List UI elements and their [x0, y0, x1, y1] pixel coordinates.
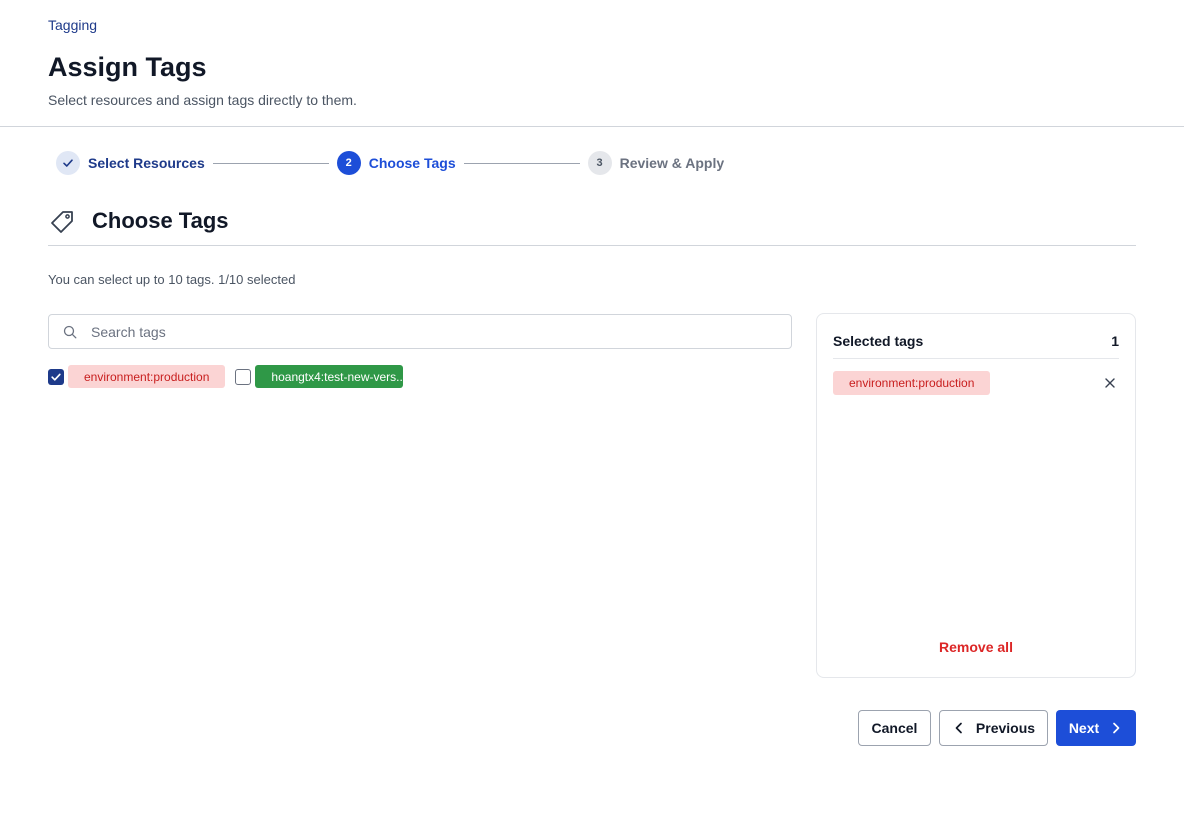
step-number: 3: [587, 151, 612, 175]
step-review-apply[interactable]: 3 Review & Apply: [587, 151, 725, 175]
selected-tags-panel: Selected tags 1 environment:production R…: [816, 313, 1136, 678]
search-input[interactable]: [89, 322, 773, 341]
tag-chip-environment-production[interactable]: environment:production: [68, 365, 226, 388]
step-label: Choose Tags: [368, 155, 456, 171]
tag-checkbox-environment-production[interactable]: [48, 368, 64, 385]
tag-checkbox-hoangtx4[interactable]: [235, 368, 252, 385]
step-connector: [212, 162, 329, 164]
section-title: Choose Tags: [92, 208, 229, 233]
stepper: Select Resources 2 Choose Tags 3 Review …: [56, 151, 724, 175]
selected-tag-chip: environment:production: [833, 371, 991, 395]
remove-all-button[interactable]: Remove all: [817, 639, 1135, 655]
panel-divider: [833, 358, 1119, 359]
next-label: Next: [1068, 720, 1100, 736]
selection-hint: You can select up to 10 tags. 1/10 selec…: [48, 272, 296, 287]
step-label: Review & Apply: [619, 155, 725, 171]
check-icon: [56, 151, 80, 175]
checkmark-icon: [51, 373, 61, 381]
breadcrumb-tagging[interactable]: Tagging: [48, 17, 97, 33]
page-title: Assign Tags: [48, 52, 207, 82]
tag-list: environment:production hoangtx4:test-new…: [48, 365, 404, 388]
section-divider: [48, 245, 1136, 246]
previous-label: Previous: [975, 720, 1036, 736]
chevron-right-icon: [1113, 722, 1120, 734]
search-icon: [63, 325, 77, 338]
step-connector: [463, 162, 580, 164]
step-label: Select Resources: [88, 155, 205, 171]
tag-chip-hoangtx4[interactable]: hoangtx4:test-new-vers...: [255, 365, 404, 388]
tag-icon: [51, 211, 73, 233]
step-choose-tags[interactable]: 2 Choose Tags: [336, 151, 456, 175]
search-box[interactable]: [48, 314, 792, 349]
step-select-resources[interactable]: Select Resources: [56, 151, 205, 175]
selected-tags-title: Selected tags: [833, 333, 924, 349]
chevron-left-icon: [955, 722, 962, 734]
next-button[interactable]: Next: [1056, 710, 1136, 746]
page-subtitle: Select resources and assign tags directl…: [48, 92, 357, 108]
header-divider: [0, 126, 1184, 127]
close-icon[interactable]: [1103, 376, 1117, 390]
previous-button[interactable]: Previous: [939, 710, 1048, 746]
selected-tags-count: 1: [1111, 333, 1119, 349]
cancel-button[interactable]: Cancel: [858, 710, 931, 746]
step-number: 2: [336, 151, 361, 175]
